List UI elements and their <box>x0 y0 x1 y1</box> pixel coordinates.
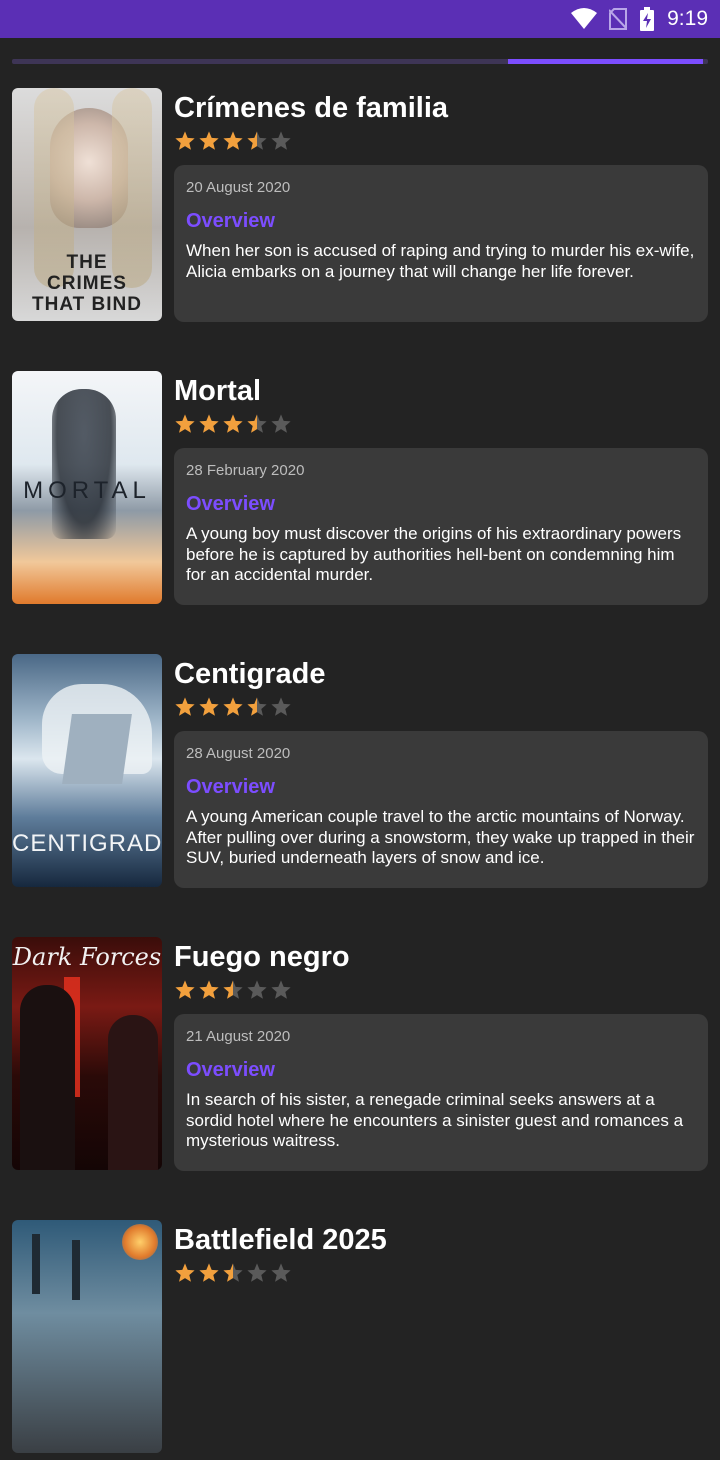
star-full-icon <box>199 131 219 150</box>
rating-stars <box>174 413 292 435</box>
movie-poster[interactable]: THE CRIMES THAT BIND <box>12 88 162 321</box>
no-sim-icon <box>609 8 628 30</box>
release-date: 28 February 2020 <box>186 462 305 479</box>
status-time: 9:19 <box>667 7 708 30</box>
star-empty-icon <box>271 697 291 716</box>
movie-title: Centigrade <box>174 658 326 690</box>
star-full-icon <box>199 980 219 999</box>
star-full-icon <box>223 697 243 716</box>
star-empty-icon <box>271 131 291 150</box>
release-date: 28 August 2020 <box>186 745 291 762</box>
movie-card[interactable]: CENTIGRADE Centigrade 28 August 2020 Ove… <box>0 654 720 894</box>
poster-title-text: MORTAL <box>23 477 151 504</box>
movie-poster[interactable]: CENTIGRADE <box>12 654 162 887</box>
star-half-icon <box>247 414 267 433</box>
release-date: 21 August 2020 <box>186 1028 291 1045</box>
star-empty-icon <box>247 1263 267 1282</box>
overview-label: Overview <box>186 493 275 515</box>
movie-title: Mortal <box>174 375 261 407</box>
release-date: 20 August 2020 <box>186 179 291 196</box>
rating-stars <box>174 979 292 1001</box>
star-empty-icon <box>271 1263 291 1282</box>
progress-indicator-fill <box>508 59 704 64</box>
star-full-icon <box>175 414 195 433</box>
poster-title-text: THE CRIMES THAT BIND <box>32 252 142 315</box>
rating-stars <box>174 130 292 152</box>
overview-label: Overview <box>186 1059 275 1081</box>
star-full-icon <box>199 697 219 716</box>
star-half-icon <box>223 980 243 999</box>
movie-card[interactable]: THE CRIMES THAT BIND Crímenes de familia… <box>0 88 720 328</box>
star-full-icon <box>199 414 219 433</box>
star-full-icon <box>199 1263 219 1282</box>
star-full-icon <box>223 131 243 150</box>
poster-title-text: Dark Forces <box>12 943 162 971</box>
poster-title-text: CENTIGRADE <box>12 830 162 857</box>
star-full-icon <box>175 980 195 999</box>
movie-card[interactable]: Battlefield 2025 <box>0 1220 720 1460</box>
overview-label: Overview <box>186 210 275 232</box>
movie-title: Battlefield 2025 <box>174 1224 387 1256</box>
movie-info-box: 20 August 2020 Overview When her son is … <box>174 165 708 322</box>
star-half-icon <box>223 1263 243 1282</box>
star-empty-icon <box>271 414 291 433</box>
star-half-icon <box>247 131 267 150</box>
movie-poster[interactable] <box>12 1220 162 1453</box>
movie-card[interactable]: Dark Forces Fuego negro 21 August 2020 O… <box>0 937 720 1177</box>
overview-label: Overview <box>186 776 275 798</box>
movie-title: Fuego negro <box>174 941 350 973</box>
movie-poster[interactable]: Dark Forces <box>12 937 162 1170</box>
movie-card[interactable]: MORTAL Mortal 28 February 2020 Overview … <box>0 371 720 611</box>
movie-title: Crímenes de familia <box>174 92 448 124</box>
status-bar: 9:19 <box>0 0 720 38</box>
overview-text: In search of his sister, a renegade crim… <box>186 1090 684 1150</box>
rating-stars <box>174 696 292 718</box>
overview-text: A young boy must discover the origins of… <box>186 524 682 584</box>
overview-text: A young American couple travel to the ar… <box>186 807 695 867</box>
progress-indicator <box>12 59 708 64</box>
overview-text: When her son is accused of raping and tr… <box>186 241 695 281</box>
movie-info-box: 28 February 2020 Overview A young boy mu… <box>174 448 708 605</box>
star-full-icon <box>175 697 195 716</box>
star-full-icon <box>175 1263 195 1282</box>
star-empty-icon <box>271 980 291 999</box>
status-icons: 9:19 <box>571 0 708 38</box>
battery-charging-icon <box>639 7 655 31</box>
movie-info-box: 28 August 2020 Overview A young American… <box>174 731 708 888</box>
wifi-icon <box>571 8 598 30</box>
star-half-icon <box>247 697 267 716</box>
movie-poster[interactable]: MORTAL <box>12 371 162 604</box>
star-full-icon <box>175 131 195 150</box>
star-empty-icon <box>247 980 267 999</box>
movie-info-box: 21 August 2020 Overview In search of his… <box>174 1014 708 1171</box>
star-full-icon <box>223 414 243 433</box>
rating-stars <box>174 1262 292 1284</box>
